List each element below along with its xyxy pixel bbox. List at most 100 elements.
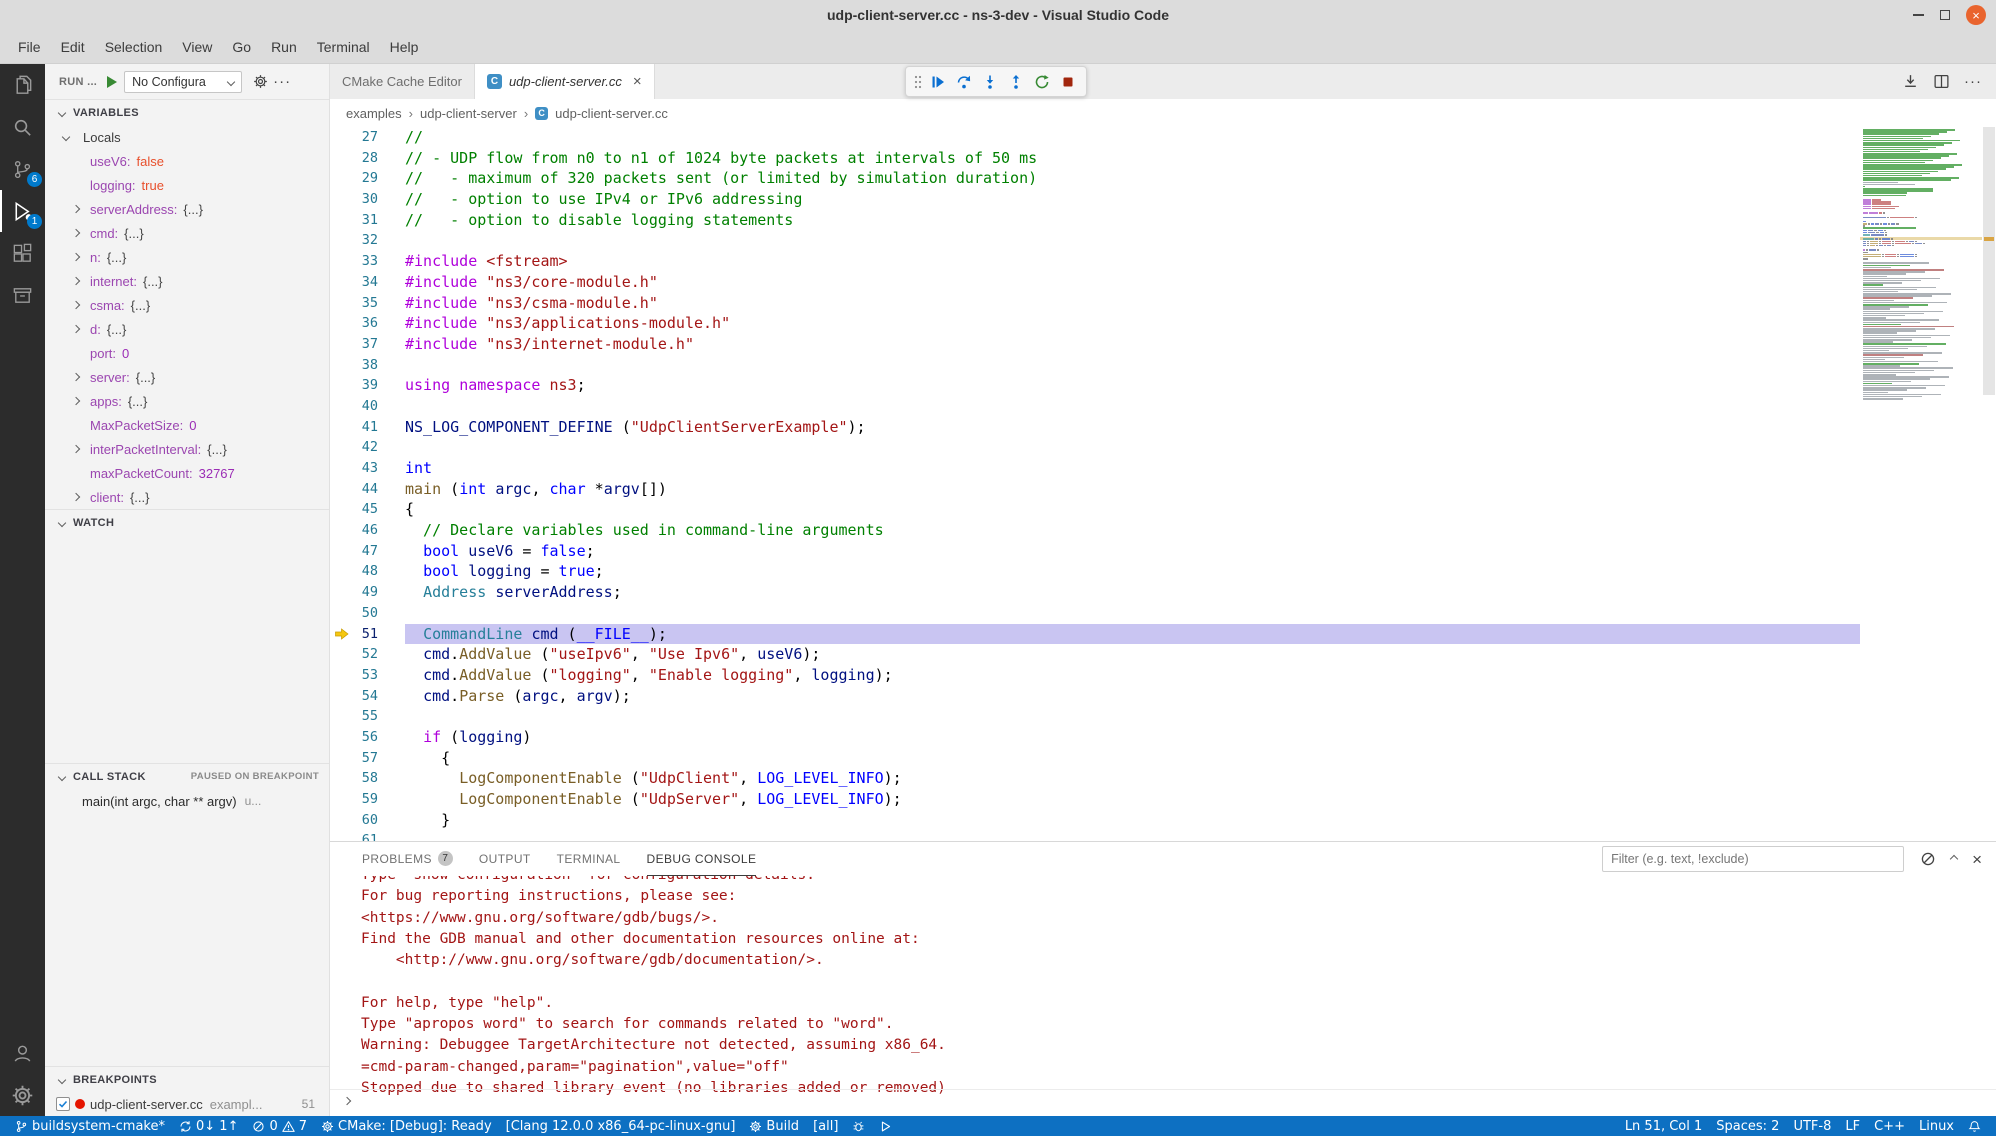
code-line[interactable]: 28// - UDP flow from n0 to n1 of 1024 by… <box>330 148 1996 169</box>
cmake-build-button[interactable]: Build <box>742 1116 806 1136</box>
gutter[interactable]: 33 <box>330 251 405 272</box>
editor-more-actions-icon[interactable]: ··· <box>1964 74 1982 89</box>
gutter[interactable]: 27 <box>330 127 405 148</box>
step-into-button[interactable] <box>977 69 1003 95</box>
variable-row[interactable]: maxPacketCount:32767 <box>45 461 329 485</box>
code-line[interactable]: 39using namespace ns3; <box>330 375 1996 396</box>
code-text[interactable] <box>405 603 1996 624</box>
activity-extensions-icon[interactable] <box>0 232 45 274</box>
gutter[interactable]: 50 <box>330 603 405 624</box>
code-line[interactable]: 57 { <box>330 748 1996 769</box>
git-sync-status[interactable]: 0↓ 1↑ <box>172 1116 245 1136</box>
tab-problems[interactable]: PROBLEMS 7 <box>362 842 453 876</box>
tab-terminal[interactable]: TERMINAL <box>557 842 621 876</box>
encoding-status[interactable]: UTF-8 <box>1786 1116 1838 1136</box>
code-line[interactable]: 44main (int argc, char *argv[]) <box>330 479 1996 500</box>
code-text[interactable]: CommandLine cmd (__FILE__); <box>405 624 1996 645</box>
restart-button[interactable] <box>1029 69 1055 95</box>
clear-console-icon[interactable] <box>1920 851 1936 867</box>
gutter[interactable]: 34 <box>330 272 405 293</box>
code-text[interactable] <box>405 437 1996 458</box>
breakpoints-section-header[interactable]: BREAKPOINTS <box>45 1066 329 1092</box>
code-text[interactable]: cmd.Parse (argc, argv); <box>405 686 1996 707</box>
code-text[interactable]: } <box>405 810 1996 831</box>
code-text[interactable]: #include "ns3/core-module.h" <box>405 272 1996 293</box>
breadcrumb-folder[interactable]: examples <box>346 106 402 121</box>
gutter[interactable]: 57 <box>330 748 405 769</box>
code-line[interactable]: 47 bool useV6 = false; <box>330 541 1996 562</box>
start-debug-button[interactable] <box>107 76 117 88</box>
variable-row[interactable]: interPacketInterval:{...} <box>45 437 329 461</box>
manage-gear-icon[interactable] <box>0 1074 45 1116</box>
code-line[interactable]: 35#include "ns3/csma-module.h" <box>330 293 1996 314</box>
variable-row[interactable]: n:{...} <box>45 245 329 269</box>
download-icon[interactable] <box>1902 73 1919 90</box>
code-line[interactable]: 43int <box>330 458 1996 479</box>
code-text[interactable]: cmd.AddValue ("logging", "Enable logging… <box>405 665 1996 686</box>
notifications-bell-icon[interactable] <box>1961 1116 1988 1136</box>
launch-icon[interactable] <box>872 1116 899 1136</box>
code-line[interactable]: 31// - option to disable logging stateme… <box>330 210 1996 231</box>
activity-source-control-icon[interactable]: 6 <box>0 148 45 190</box>
step-out-button[interactable] <box>1003 69 1029 95</box>
variable-row[interactable]: csma:{...} <box>45 293 329 317</box>
code-text[interactable]: #include "ns3/internet-module.h" <box>405 334 1996 355</box>
code-line[interactable]: 38 <box>330 355 1996 376</box>
gutter[interactable]: 31 <box>330 210 405 231</box>
code-text[interactable]: Address serverAddress; <box>405 582 1996 603</box>
menu-selection[interactable]: Selection <box>95 30 173 63</box>
activity-run-debug-icon[interactable]: 1 <box>0 190 45 232</box>
variable-row[interactable]: apps:{...} <box>45 389 329 413</box>
gutter[interactable]: 46 <box>330 520 405 541</box>
code-text[interactable] <box>405 230 1996 251</box>
stop-button[interactable] <box>1055 69 1081 95</box>
gutter[interactable]: 58 <box>330 768 405 789</box>
code-line[interactable]: 34#include "ns3/core-module.h" <box>330 272 1996 293</box>
breakpoint-checkbox[interactable] <box>56 1097 70 1111</box>
code-text[interactable] <box>405 355 1996 376</box>
code-line[interactable]: 56 if (logging) <box>330 727 1996 748</box>
step-over-button[interactable] <box>951 69 977 95</box>
code-line[interactable]: 54 cmd.Parse (argc, argv); <box>330 686 1996 707</box>
code-text[interactable]: // <box>405 127 1996 148</box>
variable-row[interactable]: server:{...} <box>45 365 329 389</box>
code-text[interactable]: using namespace ns3; <box>405 375 1996 396</box>
minimap[interactable] <box>1860 127 1982 841</box>
menu-help[interactable]: Help <box>380 30 429 63</box>
code-line[interactable]: 48 bool logging = true; <box>330 561 1996 582</box>
code-text[interactable]: // - maximum of 320 packets sent (or lim… <box>405 168 1996 189</box>
gutter[interactable]: 51 <box>330 624 405 645</box>
tab-output[interactable]: OUTPUT <box>479 842 531 876</box>
code-line[interactable]: 27// <box>330 127 1996 148</box>
code-line[interactable]: 45{ <box>330 499 1996 520</box>
code-line[interactable]: 32 <box>330 230 1996 251</box>
code-line[interactable]: 41NS_LOG_COMPONENT_DEFINE ("UdpClientSer… <box>330 417 1996 438</box>
menu-terminal[interactable]: Terminal <box>307 30 380 63</box>
gutter[interactable]: 28 <box>330 148 405 169</box>
activity-explorer-icon[interactable] <box>0 64 45 106</box>
gutter[interactable]: 38 <box>330 355 405 376</box>
menu-go[interactable]: Go <box>222 30 261 63</box>
code-text[interactable]: bool logging = true; <box>405 561 1996 582</box>
maximize-icon[interactable] <box>1940 10 1950 20</box>
code-text[interactable]: cmd.AddValue ("useIpv6", "Use Ipv6", use… <box>405 644 1996 665</box>
cmake-target-button[interactable]: [all] <box>806 1116 845 1136</box>
close-window-icon[interactable]: × <box>1966 5 1986 25</box>
gutter[interactable]: 42 <box>330 437 405 458</box>
gutter[interactable]: 61 <box>330 830 405 841</box>
account-icon[interactable] <box>0 1032 45 1074</box>
language-status[interactable]: C++ <box>1867 1116 1912 1136</box>
variable-row[interactable]: d:{...} <box>45 317 329 341</box>
cmake-kit-status[interactable]: [Clang 12.0.0 x86_64-pc-linux-gnu] <box>499 1116 743 1136</box>
code-text[interactable]: { <box>405 499 1996 520</box>
toolbar-drag-handle[interactable] <box>911 69 925 95</box>
code-line[interactable]: 51 CommandLine cmd (__FILE__); <box>330 624 1996 645</box>
gutter[interactable]: 32 <box>330 230 405 251</box>
gutter[interactable]: 39 <box>330 375 405 396</box>
title-bar[interactable]: udp-client-server.cc - ns-3-dev - Visual… <box>0 0 1996 30</box>
gutter[interactable]: 30 <box>330 189 405 210</box>
tab-debug-console[interactable]: DEBUG CONSOLE <box>647 842 757 876</box>
continue-button[interactable] <box>925 69 951 95</box>
console-filter-input[interactable] <box>1602 846 1904 872</box>
gutter[interactable]: 49 <box>330 582 405 603</box>
